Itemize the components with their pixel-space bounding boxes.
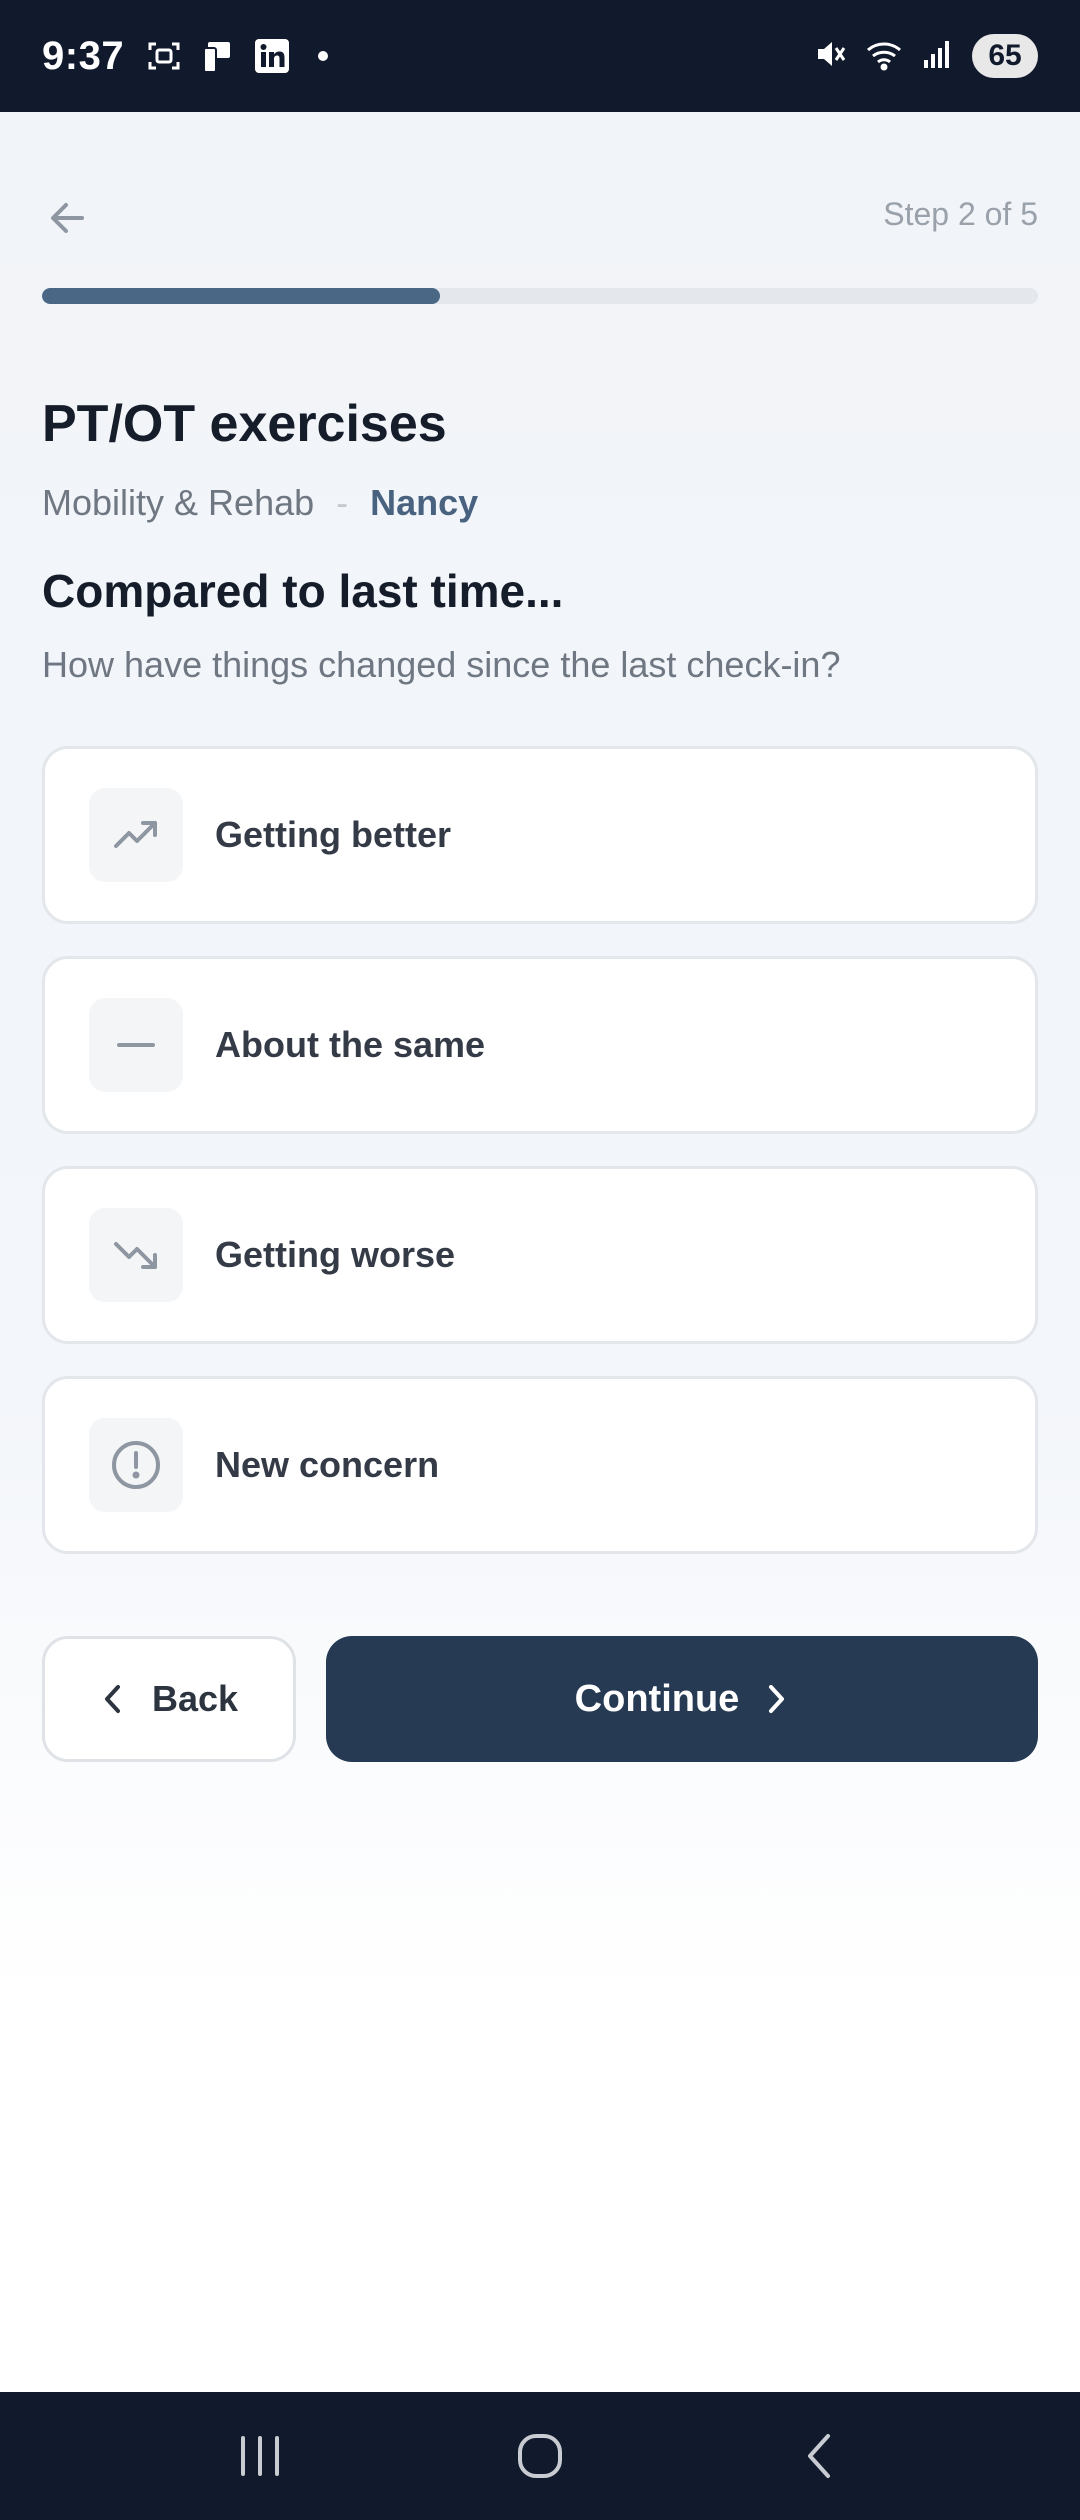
wifi-icon (864, 36, 904, 77)
recent-apps-button[interactable] (200, 2416, 320, 2496)
system-icons: 65 (812, 34, 1038, 78)
subtitle-category: Mobility & Rehab (42, 482, 315, 523)
chevron-left-icon (104, 1685, 120, 1713)
page-title: PT/OT exercises (42, 395, 447, 453)
options-list: Getting better About the same Getting wo… (42, 746, 1038, 1586)
device-icon (198, 36, 238, 76)
progress-bar (42, 288, 1038, 304)
recent-apps-icon (241, 2436, 279, 2476)
trend-up-icon (89, 788, 183, 882)
option-label: Getting worse (215, 1234, 456, 1275)
home-icon (518, 2434, 562, 2478)
option-about-the-same[interactable]: About the same (42, 956, 1038, 1134)
question-heading: Compared to last time... (42, 565, 564, 617)
signal-icon (920, 36, 956, 77)
step-indicator: Step 2 of 5 (883, 196, 1038, 232)
progress-fill (42, 288, 441, 304)
mute-icon (812, 36, 848, 77)
option-label: Getting better (215, 814, 452, 855)
subtitle: Mobility & Rehab - Nancy (42, 482, 478, 524)
status-bar: 9:37 65 (0, 0, 1080, 112)
subtitle-person: Nancy (370, 482, 479, 523)
arrow-left-icon (51, 203, 84, 233)
option-getting-worse[interactable]: Getting worse (42, 1166, 1038, 1344)
battery-indicator: 65 (972, 34, 1038, 78)
nav-back-icon (808, 2434, 830, 2478)
system-nav-bar (0, 2392, 1080, 2520)
alert-circle-icon (89, 1418, 183, 1512)
question-subheading: How have things changed since the last c… (42, 644, 841, 685)
back-button[interactable]: Back (42, 1636, 296, 1762)
continue-button-label: Continue (574, 1677, 740, 1720)
option-label: About the same (215, 1024, 486, 1065)
more-notifications-dot (318, 51, 329, 61)
back-arrow-button[interactable] (40, 190, 96, 246)
option-new-concern[interactable]: New concern (42, 1376, 1038, 1554)
home-button[interactable] (480, 2416, 600, 2496)
trend-down-icon (89, 1208, 183, 1302)
chevron-right-icon (769, 1685, 785, 1713)
minus-icon (89, 998, 183, 1092)
continue-button[interactable]: Continue (326, 1636, 1038, 1762)
notification-icons (144, 36, 329, 76)
option-label: New concern (215, 1444, 440, 1485)
linkedin-icon (252, 36, 292, 76)
system-back-button[interactable] (760, 2416, 880, 2496)
back-button-label: Back (151, 1678, 239, 1719)
status-time: 9:37 (42, 33, 125, 78)
option-getting-better[interactable]: Getting better (42, 746, 1038, 924)
screenshot-icon (144, 36, 184, 76)
subtitle-separator: - (336, 482, 349, 523)
